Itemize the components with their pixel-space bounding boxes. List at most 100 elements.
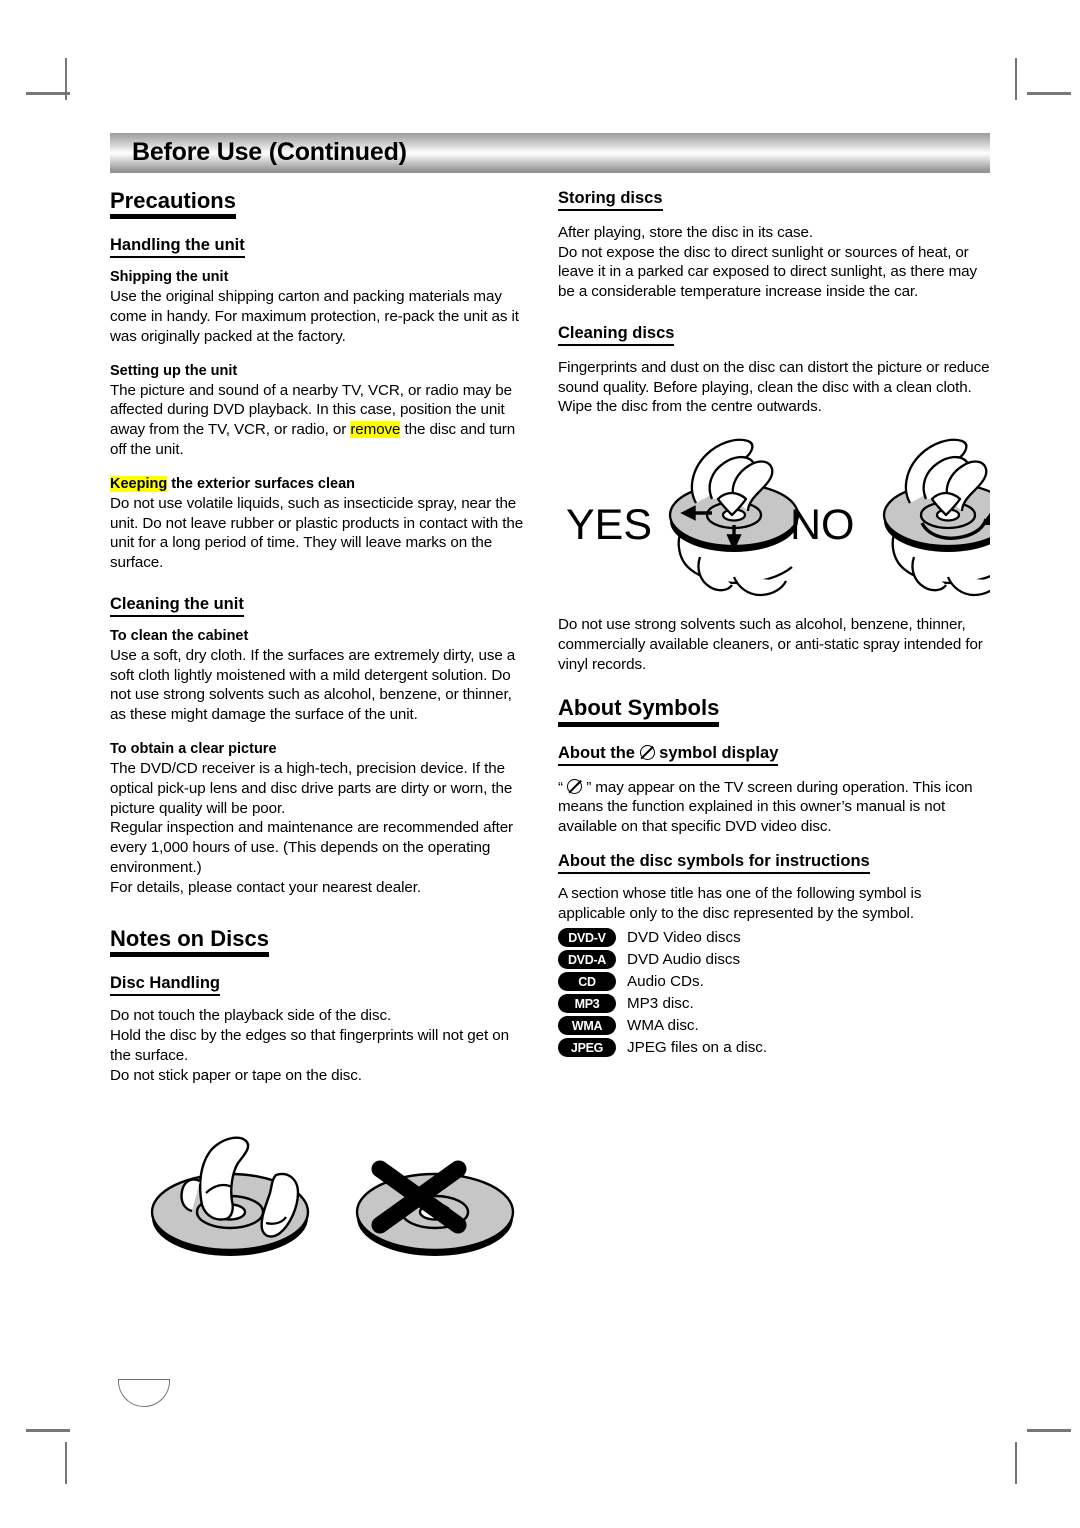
storing-discs-heading: Storing discs bbox=[558, 189, 663, 211]
storing-discs-line-2: Do not expose the disc to direct sunligh… bbox=[558, 243, 977, 301]
cleaning-discs-body: Fingerprints and dust on the disc can di… bbox=[558, 358, 990, 416]
crop-mark-top-right-vertical bbox=[1015, 58, 1017, 100]
solvents-note: Do not use strong solvents such as alcoh… bbox=[558, 616, 983, 673]
precautions-heading: Precautions bbox=[110, 188, 236, 220]
crop-mark-bottom-left-vertical bbox=[65, 1442, 67, 1484]
list-item: DVD-V DVD Video discs bbox=[558, 928, 990, 948]
clear-picture-body-2: Regular inspection and maintenance are r… bbox=[110, 819, 514, 876]
shipping-the-unit-title: Shipping the unit bbox=[110, 269, 229, 286]
precautions-heading-wrap: Precautions bbox=[110, 188, 530, 220]
storing-discs-heading-wrap: Storing discs bbox=[558, 189, 990, 211]
badge-label-dvd-a: DVD Audio discs bbox=[627, 951, 741, 969]
list-item: DVD-A DVD Audio discs bbox=[558, 950, 990, 970]
storing-discs-line-1: After playing, store the disc in its cas… bbox=[558, 223, 813, 241]
page-number-bubble bbox=[118, 1379, 170, 1407]
clear-picture-body-1: The DVD/CD receiver is a high-tech, prec… bbox=[110, 760, 513, 817]
highlight-keeping: Keeping bbox=[110, 475, 168, 492]
handling-the-unit-heading-wrap: Handling the unit bbox=[110, 236, 530, 259]
cleaning-the-unit-heading: Cleaning the unit bbox=[110, 595, 244, 617]
symbol-display-heading-wrap: About the symbol display bbox=[558, 744, 990, 766]
yes-label: YES bbox=[566, 501, 652, 549]
to-clean-cabinet-body: Use a soft, dry cloth. If the surfaces a… bbox=[110, 646, 516, 724]
notes-on-discs-heading: Notes on Discs bbox=[110, 927, 269, 958]
keeping-exterior-clean-title: Keeping the exterior surfaces clean bbox=[110, 475, 530, 493]
disc-handling-line-2: Hold the disc by the edges so that finge… bbox=[110, 1027, 509, 1064]
two-column-body: Precautions Handling the unit Shipping t… bbox=[110, 188, 1014, 1291]
disc-wipe-wrong bbox=[882, 438, 1014, 597]
highlight-remove: remove bbox=[350, 421, 401, 439]
disc-handling-line-3: Do not stick paper or tape on the disc. bbox=[110, 1066, 362, 1084]
badge-dvd-a: DVD-A bbox=[558, 950, 616, 970]
badge-wma: WMA bbox=[558, 1016, 616, 1036]
disc-symbols-intro: A section whose title has one of the fol… bbox=[558, 884, 922, 922]
prohibition-icon bbox=[639, 744, 655, 760]
to-clean-cabinet-title: To clean the cabinet bbox=[110, 627, 249, 644]
symbol-display-title-after: symbol display bbox=[654, 743, 779, 762]
badge-jpeg: JPEG bbox=[558, 1038, 616, 1058]
list-item: JPEG JPEG files on a disc. bbox=[558, 1038, 990, 1058]
crop-mark-bottom-right-vertical bbox=[1015, 1442, 1017, 1484]
cleaning-discs-heading-wrap: Cleaning discs bbox=[558, 324, 990, 346]
disc-handling-illustration bbox=[110, 1111, 530, 1291]
badge-label-jpeg: JPEG files on a disc. bbox=[627, 1039, 768, 1057]
list-item: WMA WMA disc. bbox=[558, 1016, 990, 1036]
disc-symbols-heading-wrap: About the disc symbols for instructions bbox=[558, 852, 990, 874]
symbol-display-body-after: ” may appear on the TV screen during ope… bbox=[558, 778, 973, 836]
disc-wiping-illustration: YES NO bbox=[558, 431, 1014, 611]
badge-mp3: MP3 bbox=[558, 994, 616, 1014]
list-item: MP3 MP3 disc. bbox=[558, 994, 990, 1014]
badge-cd: CD bbox=[558, 972, 616, 992]
disc-symbols-list: DVD-V DVD Video discs DVD-A DVD Audio di… bbox=[558, 928, 990, 1058]
setting-up-the-unit-title: Setting up the unit bbox=[110, 362, 238, 379]
section-title-bar: Before Use (Continued) bbox=[110, 133, 990, 173]
badge-label-mp3: MP3 disc. bbox=[627, 995, 694, 1013]
left-column: Precautions Handling the unit Shipping t… bbox=[110, 188, 530, 1291]
keeping-exterior-clean-body: Do not use volatile liquids, such as ins… bbox=[110, 494, 524, 572]
setting-up-the-unit-body: The picture and sound of a nearby TV, VC… bbox=[110, 381, 530, 460]
notes-on-discs-heading-wrap: Notes on Discs bbox=[110, 927, 530, 958]
symbol-display-heading: About the symbol display bbox=[558, 743, 779, 766]
badge-dvd-v: DVD-V bbox=[558, 928, 616, 948]
disc-wrong-touch bbox=[355, 1160, 515, 1257]
shipping-the-unit-body: Use the original shipping carton and pac… bbox=[110, 288, 519, 345]
about-symbols-heading: About Symbols bbox=[558, 696, 720, 727]
about-symbols-heading-wrap: About Symbols bbox=[558, 696, 990, 727]
crop-mark-top-left-horizontal bbox=[26, 92, 70, 95]
badge-label-cd: Audio CDs. bbox=[627, 973, 704, 991]
clear-picture-title: To obtain a clear picture bbox=[110, 740, 277, 757]
disc-handling-heading-wrap: Disc Handling bbox=[110, 974, 530, 997]
disc-correct-hold bbox=[150, 1136, 310, 1257]
quote-open: “ bbox=[558, 778, 563, 796]
cleaning-the-unit-heading-wrap: Cleaning the unit bbox=[110, 595, 530, 617]
page-content: Before Use (Continued) Precautions Handl… bbox=[110, 133, 1014, 1291]
crop-mark-bottom-left-horizontal bbox=[26, 1429, 70, 1432]
disc-symbols-heading: About the disc symbols for instructions bbox=[558, 852, 870, 874]
keeping-title-rest: the exterior surfaces clean bbox=[167, 475, 355, 492]
right-column: Storing discs After playing, store the d… bbox=[558, 189, 1014, 1291]
disc-wipe-correct bbox=[668, 438, 800, 597]
disc-handling-heading: Disc Handling bbox=[110, 974, 221, 997]
prohibition-icon-inline bbox=[567, 778, 583, 794]
no-label: NO bbox=[790, 501, 855, 549]
list-item: CD Audio CDs. bbox=[558, 972, 990, 992]
badge-label-wma: WMA disc. bbox=[627, 1017, 699, 1035]
page-title: Before Use (Continued) bbox=[132, 137, 407, 166]
disc-handling-line-1: Do not touch the playback side of the di… bbox=[110, 1007, 392, 1025]
crop-mark-bottom-right-horizontal bbox=[1027, 1429, 1071, 1432]
cleaning-discs-heading: Cleaning discs bbox=[558, 324, 675, 346]
badge-label-dvd-v: DVD Video discs bbox=[627, 929, 741, 947]
handling-the-unit-heading: Handling the unit bbox=[110, 236, 245, 259]
disc-handling-svg bbox=[150, 1136, 515, 1257]
clear-picture-body-3: For details, please contact your nearest… bbox=[110, 878, 421, 896]
crop-mark-top-right-horizontal bbox=[1027, 92, 1071, 95]
symbol-display-title-before: About the bbox=[558, 743, 640, 762]
symbol-display-body: “ ” may appear on the TV screen during o… bbox=[558, 778, 990, 837]
